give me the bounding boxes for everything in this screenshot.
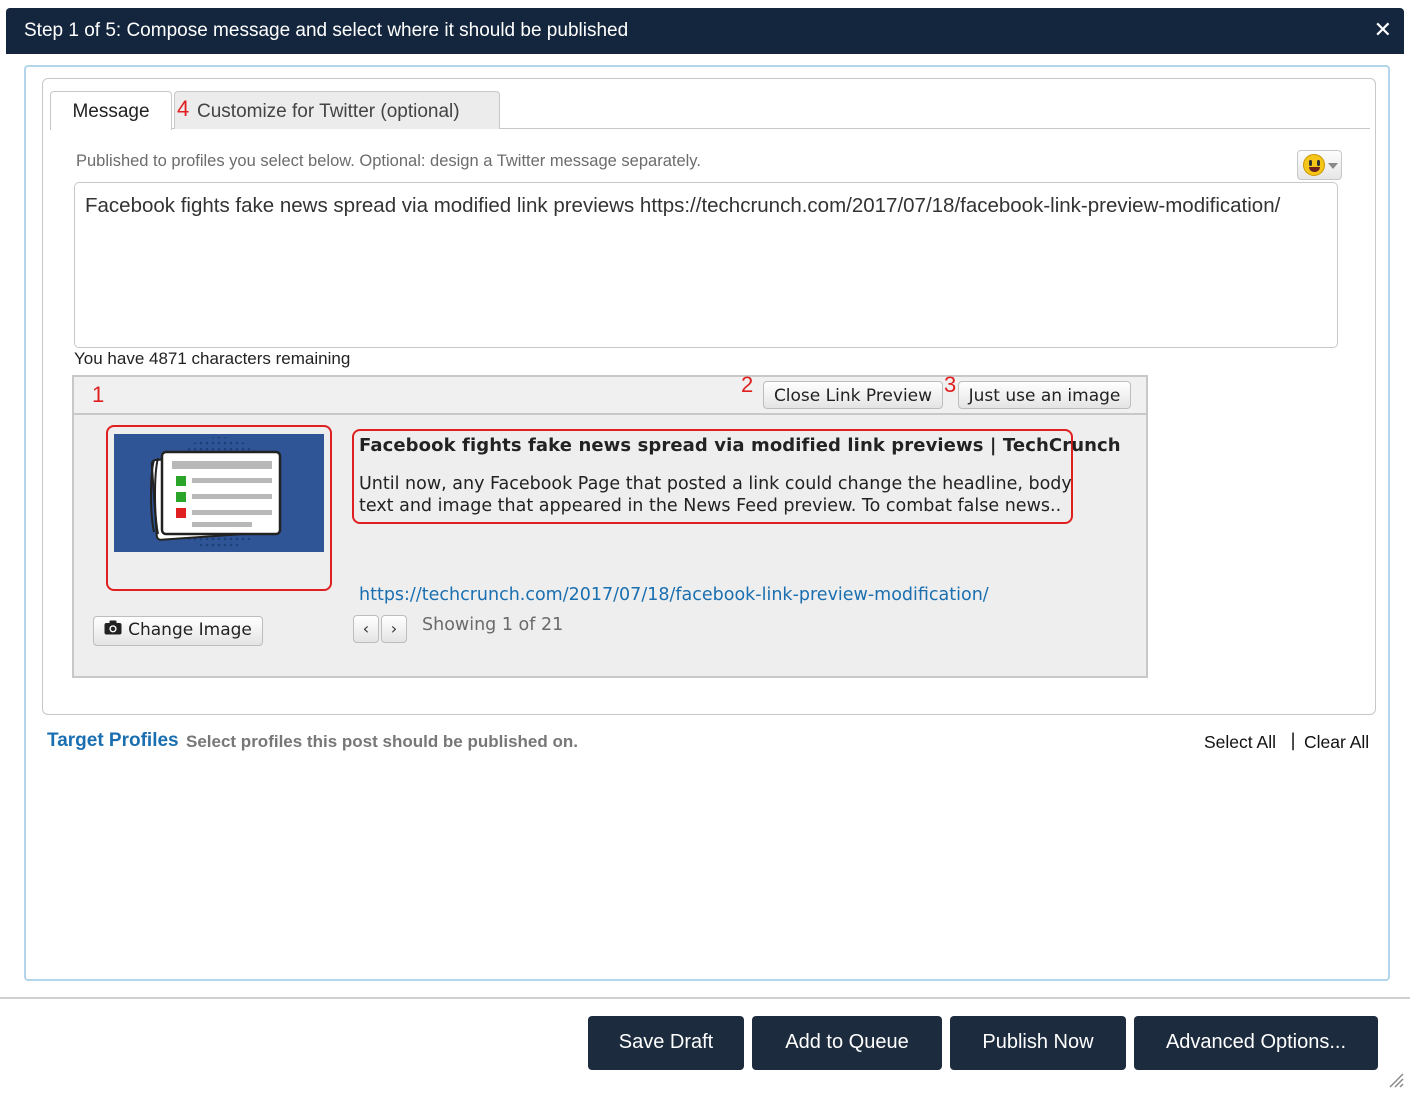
link-preview-description[interactable]: Until now, any Facebook Page that posted… [359,473,1073,517]
tab-message[interactable]: Message [50,91,172,130]
publish-now-button[interactable]: Publish Now [950,1016,1126,1070]
image-counter: Showing 1 of 21 [422,615,564,635]
resize-handle-icon[interactable] [1388,1072,1404,1088]
close-icon[interactable]: ✕ [1374,18,1392,43]
chevron-down-icon [1328,163,1338,169]
link-preview-title[interactable]: Facebook fights fake news spread via mod… [359,435,1121,456]
link-separator: | [1290,730,1297,751]
annotation-marker-3: 3 [944,372,957,397]
annotation-marker-4: 4 [177,96,190,121]
compose-hint: Published to profiles you select below. … [76,152,701,170]
message-input[interactable]: Facebook fights fake news spread via mod… [74,182,1338,348]
save-draft-button[interactable]: Save Draft [588,1016,744,1070]
camera-icon [104,620,122,640]
characters-remaining: You have 4871 characters remaining [74,349,351,368]
next-image-button[interactable]: › [381,615,407,643]
compose-dialog: Step 1 of 5: Compose message and select … [0,0,1410,1093]
advanced-options-button[interactable]: Advanced Options... [1134,1016,1378,1070]
annotation-marker-1: 1 [92,382,105,407]
change-image-button[interactable]: Change Image [93,616,263,646]
clear-all-link[interactable]: Clear All [1304,732,1369,753]
change-image-label: Change Image [128,620,252,640]
just-use-image-button[interactable]: Just use an image [958,381,1131,409]
annotation-marker-2: 2 [741,372,754,397]
select-all-link[interactable]: Select All [1204,732,1276,753]
link-preview-url[interactable]: https://techcrunch.com/2017/07/18/facebo… [359,585,989,605]
dialog-title: Step 1 of 5: Compose message and select … [24,20,629,41]
emoji-picker-button[interactable] [1297,150,1342,180]
smiley-icon [1303,154,1325,176]
newspaper-icon [114,434,324,552]
previous-image-button[interactable]: ‹ [353,615,379,643]
target-profiles-title: Target Profiles [47,730,179,751]
preview-thumbnail [114,434,324,552]
tab-customize-twitter[interactable]: Customize for Twitter (optional) [174,91,500,129]
target-profiles-description: Select profiles this post should be publ… [186,732,578,751]
add-to-queue-button[interactable]: Add to Queue [752,1016,942,1070]
close-link-preview-button[interactable]: Close Link Preview [763,381,943,409]
dialog-titlebar: Step 1 of 5: Compose message and select … [6,8,1404,54]
footer-divider [0,997,1410,999]
